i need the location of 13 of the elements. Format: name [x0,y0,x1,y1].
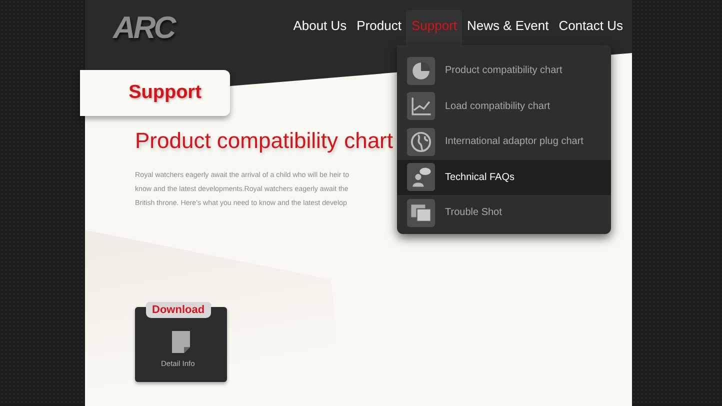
menu-item[interactable]: Trouble Shot [397,195,611,230]
person-icon [407,163,435,192]
nav-link[interactable]: News & Event [462,10,554,46]
nav-link[interactable]: About Us [288,10,352,46]
nav-link[interactable]: Contact Us [554,10,628,46]
download-tab[interactable]: Download [146,302,211,318]
logo[interactable]: ARC [113,10,174,46]
menu-item[interactable]: Load compatibility chart [397,88,611,124]
menu-item[interactable]: International adaptor plug chart [397,124,611,160]
document-icon [172,331,190,353]
nav-link[interactable]: Product [352,10,406,46]
menu-item[interactable]: Technical FAQs [397,160,611,195]
page-heading: Product compatibility chart [135,128,393,154]
